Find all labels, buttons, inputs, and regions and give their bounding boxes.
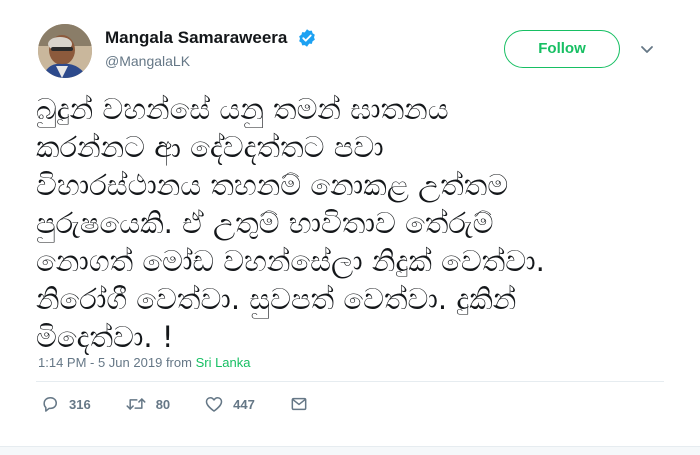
card-footer-strip [0, 446, 700, 455]
from-label: from [165, 355, 192, 370]
reply-button[interactable]: 316 [40, 394, 91, 414]
user-handle[interactable]: @MangalaLK [105, 53, 317, 69]
retweet-count: 80 [155, 396, 171, 412]
verified-badge-icon [299, 29, 315, 47]
retweet-icon [126, 398, 146, 410]
avatar[interactable] [38, 24, 92, 78]
follow-button[interactable]: Follow [504, 30, 620, 68]
tweet-actions: 316 80 447 [40, 392, 343, 416]
tweet-card: Mangala Samaraweera @MangalaLK Follow බු… [0, 0, 700, 455]
reply-icon [43, 397, 57, 412]
tweet-timestamp-line: 1:14 PM - 5 Jun 2019 from Sri Lanka [38, 355, 250, 370]
avatar-image [38, 24, 92, 78]
display-name[interactable]: Mangala Samaraweera [105, 28, 287, 48]
tweet-location[interactable]: Sri Lanka [196, 355, 251, 370]
divider [36, 381, 664, 382]
heart-icon [205, 397, 223, 412]
like-count: 447 [233, 396, 255, 412]
user-info: Mangala Samaraweera @MangalaLK [105, 28, 317, 69]
like-button[interactable]: 447 [204, 394, 255, 414]
direct-message-button[interactable] [289, 394, 309, 414]
chevron-down-icon[interactable] [638, 40, 656, 58]
retweet-button[interactable]: 80 [125, 394, 170, 414]
tweet-text: බුදුන් වහන්සේ යනු තමන් ඝාතනය කරන්නට ආ දේ… [36, 92, 545, 354]
tweet-time[interactable]: 1:14 PM - 5 Jun 2019 [38, 355, 162, 370]
envelope-icon [291, 397, 307, 411]
reply-count: 316 [69, 396, 91, 412]
